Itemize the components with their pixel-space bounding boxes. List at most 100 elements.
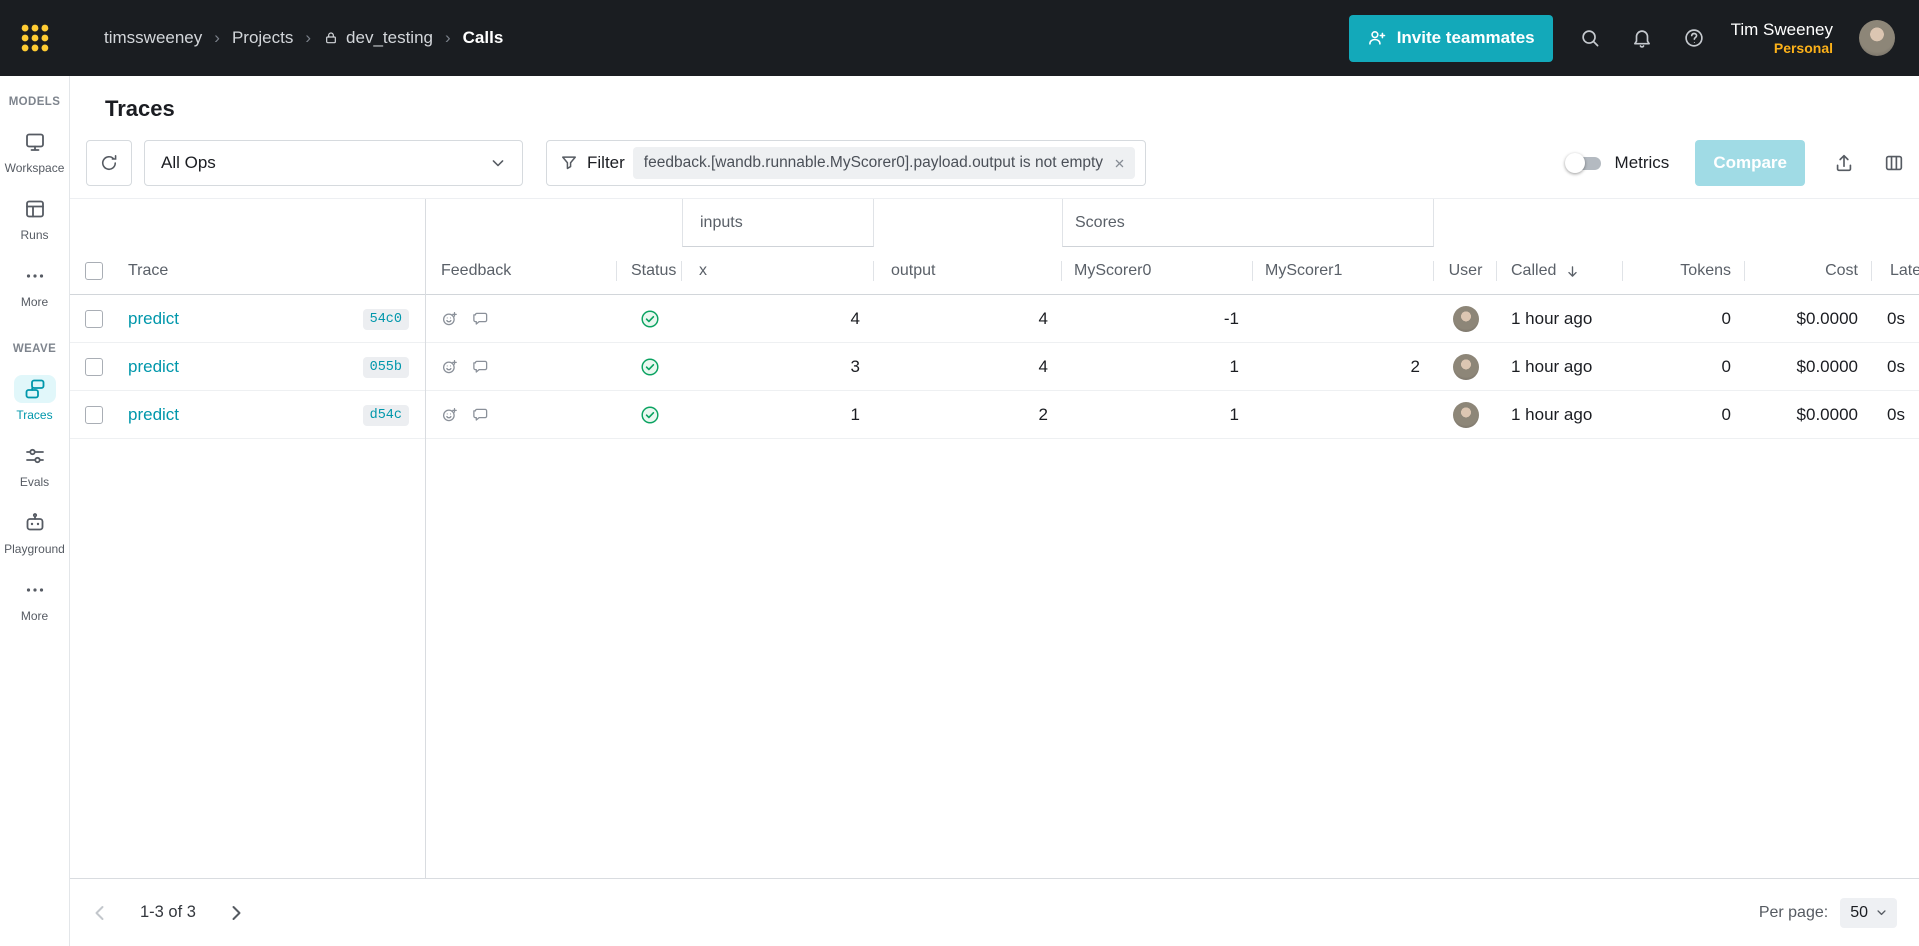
remove-filter-icon[interactable] [1112, 156, 1127, 171]
top-navbar: timssweeney › Projects › dev_testing › C… [0, 0, 1919, 76]
sidebar-item-label: More [20, 295, 49, 309]
per-page-select[interactable]: 50 [1840, 897, 1897, 928]
evals-sliders-icon [14, 442, 56, 470]
column-header-feedback[interactable]: Feedback [425, 247, 617, 295]
metrics-toggle[interactable] [1564, 152, 1603, 174]
wandb-logo[interactable] [0, 0, 70, 76]
filter-funnel-icon [559, 153, 579, 173]
notifications-bell-icon[interactable] [1631, 27, 1653, 49]
call-id-badge: d54c [362, 404, 409, 426]
user-cell [1434, 295, 1497, 343]
refresh-icon [101, 155, 117, 171]
next-page-icon[interactable] [224, 901, 248, 925]
select-all-cell [70, 247, 118, 295]
calls-toolbar: All Ops Filter feedback.[wandb.runnable.… [86, 140, 1905, 186]
comment-icon[interactable] [472, 358, 490, 376]
add-reaction-icon[interactable] [441, 406, 459, 424]
table-row[interactable]: predict d54c 1 2 1 1 hour ago 0 $0.0000 … [70, 391, 1919, 439]
breadcrumb-entity[interactable]: timssweeney [104, 28, 202, 48]
trace-cell: predict 055b [118, 343, 425, 391]
comment-icon[interactable] [472, 406, 490, 424]
breadcrumb-project[interactable]: dev_testing [323, 28, 433, 48]
op-name-link[interactable]: predict [128, 309, 179, 329]
op-name-link[interactable]: predict [128, 357, 179, 377]
ops-filter-select[interactable]: All Ops [144, 140, 523, 186]
column-header-x[interactable]: x [682, 247, 874, 295]
column-header-myscorer0[interactable]: MyScorer0 [1062, 247, 1253, 295]
navbar-right-cluster: Invite teammates Tim Sweeney Personal [1348, 14, 1919, 62]
breadcrumb-separator: › [214, 28, 220, 47]
active-filter-chip[interactable]: feedback.[wandb.runnable.MyScorer0].payl… [632, 147, 1136, 179]
user-avatar[interactable] [1859, 20, 1895, 56]
sidebar-item-label: Evals [19, 475, 50, 489]
column-settings-icon[interactable] [1883, 152, 1905, 174]
myscorer0-value: -1 [1223, 309, 1239, 328]
row-checkbox[interactable] [85, 406, 103, 424]
search-icon[interactable] [1579, 27, 1601, 49]
help-icon[interactable] [1683, 27, 1705, 49]
lock-icon [323, 30, 339, 46]
breadcrumb: timssweeney › Projects › dev_testing › C… [104, 28, 503, 48]
trace-cell: predict d54c [118, 391, 425, 439]
column-header-called[interactable]: Called [1497, 247, 1623, 295]
main-content: Traces All Ops Filter feedback.[wandb.ru… [70, 76, 1919, 946]
column-header-output[interactable]: output [874, 247, 1062, 295]
column-header-myscorer1[interactable]: MyScorer1 [1253, 247, 1434, 295]
column-header-cost[interactable]: Cost [1745, 247, 1872, 295]
status-success-icon [640, 358, 659, 376]
chevron-down-icon [1874, 905, 1889, 920]
tokens-value: 0 [1721, 357, 1731, 376]
per-page-value: 50 [1850, 903, 1868, 921]
column-header-user[interactable]: User [1434, 247, 1497, 295]
column-header-trace[interactable]: Trace [118, 247, 425, 295]
traces-icon [13, 375, 56, 403]
output-value: 4 [1038, 357, 1048, 376]
row-checkbox[interactable] [85, 358, 103, 376]
sidebar-item-weave-more[interactable]: More [0, 576, 69, 623]
invite-teammates-button[interactable]: Invite teammates [1348, 14, 1553, 62]
tokens-value: 0 [1721, 309, 1731, 328]
export-icon[interactable] [1833, 152, 1855, 174]
table-footer: 1-3 of 3 Per page: 50 [70, 878, 1919, 946]
breadcrumb-projects[interactable]: Projects [232, 28, 293, 48]
comment-icon[interactable] [472, 310, 490, 328]
playground-robot-icon [14, 509, 56, 537]
sidebar-item-playground[interactable]: Playground [0, 509, 69, 556]
add-reaction-icon[interactable] [441, 310, 459, 328]
filter-chip-text: feedback.[wandb.runnable.MyScorer0].payl… [643, 154, 1104, 171]
previous-page-icon[interactable] [88, 901, 112, 925]
sidebar-item-models-more[interactable]: More [0, 262, 69, 309]
latency-value: 0s [1887, 405, 1905, 424]
workspace-icon [14, 128, 56, 156]
table-row[interactable]: predict 055b 3 4 1 2 1 hour ago 0 $0.000… [70, 343, 1919, 391]
sidebar-section-weave: WEAVE [12, 343, 57, 355]
sidebar-item-runs[interactable]: Runs [0, 195, 69, 242]
column-header-latency[interactable]: Latency [1872, 247, 1919, 295]
column-group-scores: Scores [1062, 199, 1434, 247]
sidebar-item-workspace[interactable]: Workspace [0, 128, 69, 175]
select-all-checkbox[interactable] [85, 262, 103, 280]
row-user-avatar [1452, 306, 1479, 332]
sidebar-item-traces[interactable]: Traces [0, 375, 69, 422]
refresh-button[interactable] [86, 140, 132, 186]
pinned-column-divider[interactable] [425, 199, 426, 878]
myscorer0-value: 1 [1229, 357, 1239, 376]
filter-bar[interactable]: Filter feedback.[wandb.runnable.MyScorer… [546, 140, 1147, 186]
wandb-logo-icon [21, 24, 49, 52]
column-header-status[interactable]: Status [617, 247, 682, 295]
breadcrumb-current-page: Calls [462, 28, 504, 47]
sort-desc-icon [1564, 263, 1581, 280]
row-user-avatar [1452, 402, 1479, 428]
per-page-control: Per page: 50 [1759, 897, 1897, 928]
add-reaction-icon[interactable] [441, 358, 459, 376]
sidebar-item-evals[interactable]: Evals [0, 442, 69, 489]
feedback-cell [425, 295, 617, 343]
table-row[interactable]: predict 54c0 4 4 -1 1 hour ago 0 $0.0000… [70, 295, 1919, 343]
compare-button[interactable]: Compare [1695, 140, 1805, 186]
cost-value: $0.0000 [1796, 405, 1858, 424]
op-name-link[interactable]: predict [128, 405, 179, 425]
column-header-tokens[interactable]: Tokens [1623, 247, 1745, 295]
row-checkbox[interactable] [85, 310, 103, 328]
feedback-cell [425, 343, 617, 391]
user-cell [1434, 343, 1497, 391]
